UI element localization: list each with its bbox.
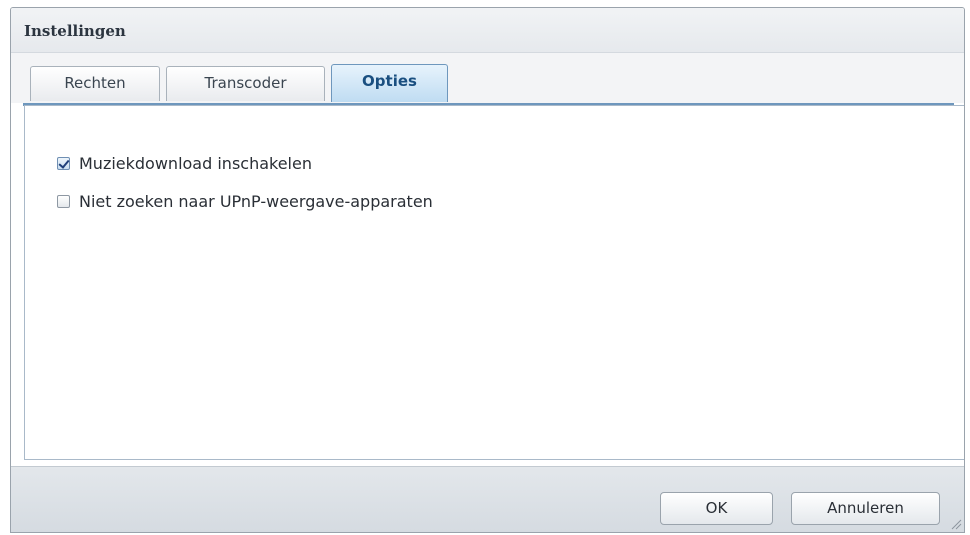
- tab-transcoder[interactable]: Transcoder: [166, 66, 325, 101]
- dialog-title: Instellingen: [24, 22, 126, 40]
- checkbox-checked-icon[interactable]: [57, 156, 70, 170]
- option-music-download-label: Muziekdownload inschakelen: [79, 153, 312, 173]
- option-music-download[interactable]: Muziekdownload inschakelen: [57, 153, 312, 173]
- option-upnp-search-label: Niet zoeken naar UPnP-weergave-apparaten: [79, 191, 433, 211]
- option-upnp-search[interactable]: Niet zoeken naar UPnP-weergave-apparaten: [57, 191, 433, 211]
- resize-grip-icon[interactable]: [951, 519, 962, 530]
- checkbox-unchecked-icon[interactable]: [57, 194, 70, 208]
- ok-button[interactable]: OK: [660, 492, 773, 525]
- tab-opties[interactable]: Opties: [331, 64, 448, 102]
- settings-dialog: Instellingen Rechten Transcoder Opties M…: [10, 7, 965, 533]
- dialog-titlebar[interactable]: Instellingen: [11, 8, 964, 53]
- dialog-footer: OK Annuleren: [11, 466, 964, 532]
- tab-rechten[interactable]: Rechten: [30, 66, 160, 101]
- tab-bar: Rechten Transcoder Opties: [11, 53, 964, 103]
- options-panel: Muziekdownload inschakelen Niet zoeken n…: [24, 105, 964, 460]
- cancel-button[interactable]: Annuleren: [791, 492, 940, 525]
